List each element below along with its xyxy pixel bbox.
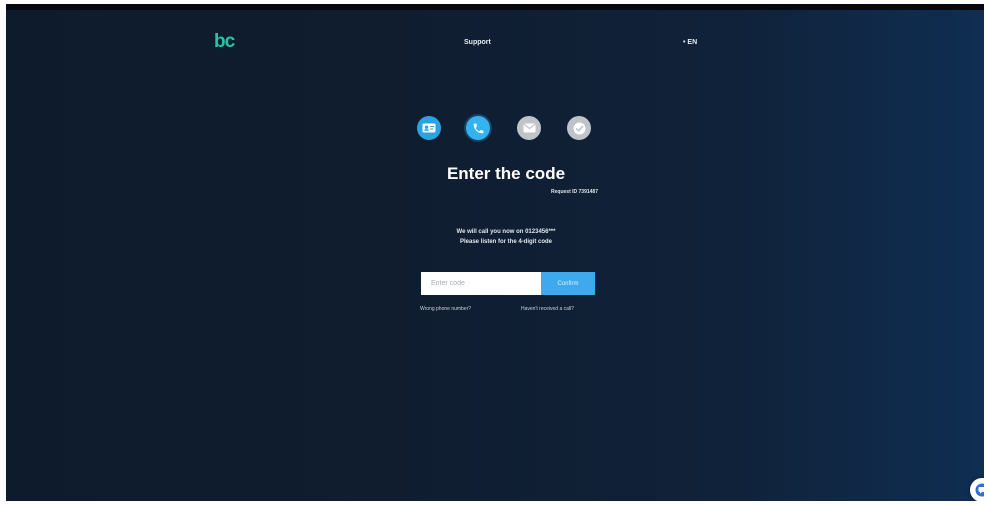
step-email	[517, 116, 541, 140]
code-input[interactable]	[421, 272, 541, 295]
step-phone	[466, 116, 490, 140]
language-selector[interactable]: • EN	[683, 39, 697, 46]
id-card-icon	[422, 123, 436, 133]
envelope-icon	[522, 123, 536, 133]
brand-logo[interactable]: bc	[214, 31, 235, 53]
step-id	[417, 116, 441, 140]
support-link[interactable]: Support	[464, 39, 491, 46]
step-complete	[567, 116, 591, 140]
call-info: We will call you now on 0123456*** Pleas…	[401, 227, 611, 247]
chat-button[interactable]	[970, 478, 984, 501]
call-info-line-1: We will call you now on 0123456***	[456, 229, 556, 235]
call-info-line-2: Please listen for the 4-digit code	[459, 239, 553, 245]
confirm-button[interactable]: Confirm	[541, 272, 595, 295]
page-title: Enter the code	[446, 164, 566, 183]
phone-icon	[473, 123, 483, 133]
progress-steps	[417, 116, 591, 142]
request-id: Request ID 7391487	[551, 189, 598, 195]
app-window: bc Support • EN Enter the code Request I…	[6, 4, 984, 501]
wrong-phone-link[interactable]: Wrong phone number?	[420, 306, 471, 312]
resend-call-link[interactable]: Haven't received a call?	[521, 306, 574, 312]
check-icon	[573, 122, 585, 134]
chat-bubble-icon	[975, 483, 984, 497]
